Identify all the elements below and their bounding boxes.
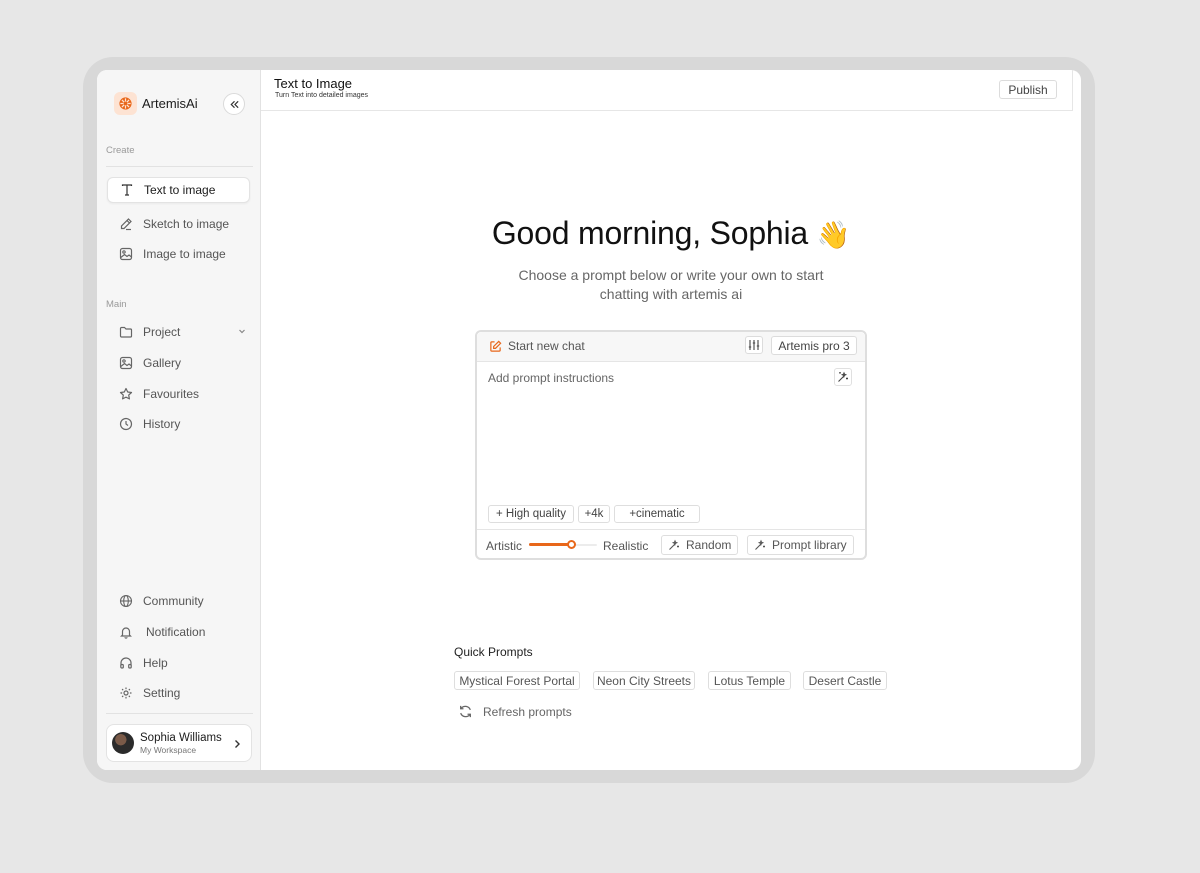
refresh-icon xyxy=(460,705,471,718)
sidebar-item-help[interactable]: Help xyxy=(107,650,250,676)
sidebar-item-label: Text to image xyxy=(144,183,216,197)
intro-line-1: Choose a prompt below or write your own … xyxy=(518,267,824,283)
sidebar-item-image-to-image[interactable]: Image to image xyxy=(107,241,250,267)
sidebar: ArtemisAi Create Text to image Sketch to… xyxy=(97,70,261,770)
sidebar-item-label: Gallery xyxy=(143,356,182,370)
random-button[interactable]: Random xyxy=(661,535,739,555)
gallery-icon xyxy=(119,356,133,370)
intro-line-2: chatting with artemis ai xyxy=(599,286,743,302)
prompt-composer: Start new chat Artemis pro 3 + High qual… xyxy=(475,330,867,560)
collapse-sidebar-button[interactable] xyxy=(223,93,245,115)
sidebar-item-project[interactable]: Project xyxy=(107,319,250,345)
tag-cinematic[interactable]: +cinematic xyxy=(614,505,700,523)
brand-name: ArtemisAi xyxy=(142,96,198,111)
user-profile-card[interactable]: Sophia Williams My Workspace xyxy=(106,724,252,762)
start-new-chat-label: Start new chat xyxy=(508,339,585,353)
sidebar-item-label: Project xyxy=(143,325,181,339)
sidebar-item-label: Help xyxy=(143,656,168,670)
page-title: Text to Image xyxy=(274,76,353,91)
slider-fill xyxy=(529,543,572,546)
refresh-prompts-label: Refresh prompts xyxy=(483,704,572,719)
bell-icon xyxy=(120,627,132,639)
sidebar-item-label: History xyxy=(143,417,181,431)
quick-prompt-chip[interactable]: Mystical Forest Portal xyxy=(454,671,580,690)
style-label-realistic: Realistic xyxy=(603,539,649,553)
magic-wand-icon xyxy=(838,371,848,382)
headphones-icon xyxy=(120,657,132,669)
sidebar-item-label: Notification xyxy=(146,625,206,639)
random-label: Random xyxy=(686,538,732,552)
sidebar-item-label: Image to image xyxy=(143,247,226,261)
star-icon xyxy=(119,387,133,400)
sidebar-item-text-to-image[interactable]: Text to image xyxy=(107,177,250,203)
prompt-library-label: Prompt library xyxy=(772,538,847,552)
section-label-main: Main xyxy=(106,299,127,310)
sidebar-item-favourites[interactable]: Favourites xyxy=(107,381,250,407)
prompt-library-button[interactable]: Prompt library xyxy=(747,535,854,555)
sidebar-item-label: Favourites xyxy=(143,387,200,401)
brand[interactable]: ArtemisAi xyxy=(114,92,198,115)
globe-icon xyxy=(119,594,133,608)
avatar xyxy=(112,732,134,754)
greeting-heading: Good morning, Sophia 👋 xyxy=(261,215,1081,252)
sidebar-item-history[interactable]: History xyxy=(107,411,250,437)
sidebar-item-sketch-to-image[interactable]: Sketch to image xyxy=(107,211,250,237)
chevrons-left-icon xyxy=(229,100,239,108)
magic-wand-icon xyxy=(755,539,765,550)
divider xyxy=(106,166,253,167)
clock-icon xyxy=(119,417,133,431)
sidebar-item-community[interactable]: Community xyxy=(107,588,250,614)
tag-high-quality[interactable]: + High quality xyxy=(488,505,574,523)
settings-sliders-button[interactable] xyxy=(745,336,763,354)
quick-prompt-chip[interactable]: Lotus Temple xyxy=(708,671,791,690)
header-bar: Text to Image Turn Text into detailed im… xyxy=(261,70,1073,111)
device-frame: ArtemisAi Create Text to image Sketch to… xyxy=(83,57,1095,783)
model-selector[interactable]: Artemis pro 3 xyxy=(771,336,857,355)
tag-4k[interactable]: +4k xyxy=(578,505,610,523)
sidebar-item-gallery[interactable]: Gallery xyxy=(107,350,250,376)
sidebar-item-notification[interactable]: Notification xyxy=(107,619,250,645)
user-name: Sophia Williams xyxy=(140,731,222,744)
app-window: ArtemisAi Create Text to image Sketch to… xyxy=(97,70,1081,770)
quick-prompt-chip[interactable]: Desert Castle xyxy=(803,671,887,690)
wave-emoji-icon: 👋 xyxy=(816,220,851,250)
edit-icon xyxy=(490,340,502,352)
prompt-input[interactable] xyxy=(488,371,818,385)
quick-prompt-chip[interactable]: Neon City Streets xyxy=(593,671,695,690)
enhance-prompt-button[interactable] xyxy=(834,368,852,386)
sidebar-item-setting[interactable]: Setting xyxy=(107,680,250,706)
chevron-right-icon xyxy=(235,740,240,748)
sidebar-item-label: Sketch to image xyxy=(143,217,230,231)
pencil-icon xyxy=(120,218,132,231)
quick-prompts-title: Quick Prompts xyxy=(454,645,533,659)
sidebar-item-label: Community xyxy=(143,594,204,608)
page-subtitle: Turn Text into detailed images xyxy=(275,92,368,99)
style-slider[interactable] xyxy=(529,540,597,549)
brand-logo-icon xyxy=(114,92,137,115)
section-label-create: Create xyxy=(106,145,135,156)
text-icon xyxy=(121,184,133,196)
sliders-icon xyxy=(748,340,760,350)
style-label-artistic: Artistic xyxy=(486,539,522,553)
publish-button[interactable]: Publish xyxy=(999,80,1057,99)
divider xyxy=(106,713,253,714)
folder-icon xyxy=(119,326,133,338)
main-content: Text to Image Turn Text into detailed im… xyxy=(261,70,1081,770)
greeting-text: Good morning, Sophia xyxy=(491,215,809,251)
composer-header: Start new chat Artemis pro 3 xyxy=(477,332,865,362)
user-workspace: My Workspace xyxy=(140,744,197,755)
refresh-prompts-button[interactable]: Refresh prompts xyxy=(458,704,572,719)
image-icon xyxy=(119,247,133,261)
magic-wand-icon xyxy=(669,539,679,550)
start-new-chat-button[interactable]: Start new chat xyxy=(489,339,585,353)
sidebar-item-label: Setting xyxy=(143,686,181,700)
gear-icon xyxy=(120,687,132,699)
composer-footer: Artistic Realistic Random Prompt library xyxy=(477,529,865,560)
chevron-down-icon xyxy=(239,329,245,334)
slider-handle[interactable] xyxy=(567,540,577,549)
